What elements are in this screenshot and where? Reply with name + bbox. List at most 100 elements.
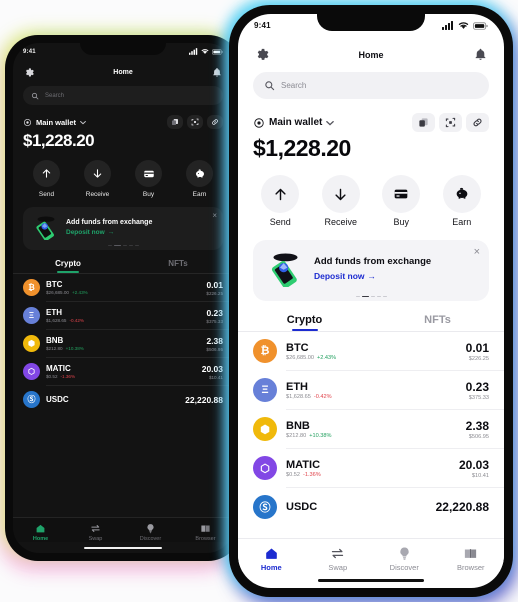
asset-fiat-value: $506.95 [206,346,223,352]
nav-item-browser[interactable]: Browser [438,546,505,572]
promo-banner[interactable]: × Add funds from exchange Deposit now → [253,240,489,301]
table-row[interactable]: Ⓢ USDC 22,220.88 [13,386,233,413]
nav-item-swap[interactable]: Swap [305,546,372,572]
buy-button[interactable]: Buy [371,175,432,227]
home-indicator [13,542,233,554]
asset-change: -0.42% [69,318,84,323]
asset-list[interactable]: ₿ BTC $26,685.00 +2.43% 0.01 $226.25 Ξ E… [13,274,233,517]
wallet-name: Main wallet [36,117,77,127]
asset-subline: $212.80 +10.38% [46,346,200,351]
asset-fiat-value: $375.33 [468,394,489,401]
status-time: 9:41 [23,48,36,55]
wallet-selector[interactable]: Main wallet [253,117,335,129]
wallet-balance: $1,228.20 [253,135,351,161]
search-input[interactable]: Search [23,86,223,105]
send-button[interactable]: Send [250,175,311,227]
asset-fiat-value: $375.33 [206,318,223,324]
connect-button[interactable] [466,113,489,132]
connect-button[interactable] [207,115,223,129]
lightbulb-icon [147,523,154,533]
notch [80,38,166,55]
promo-section: × Add funds from exchange Deposit now → [238,227,504,301]
gear-icon[interactable] [24,67,35,78]
card-icon [143,170,154,177]
bell-icon[interactable] [212,67,222,78]
buy-icon-circle [135,160,162,187]
search-section: Search [238,68,504,107]
promo-banner[interactable]: × Add funds from exchange Deposit now → [23,207,223,250]
send-button[interactable]: Send [21,160,72,198]
coin-icon-usdc: Ⓢ [23,391,40,408]
arrow-down-icon [93,169,102,178]
tab-nfts[interactable]: NFTs [123,259,233,273]
app-header: Home [13,60,233,83]
nav-label-discover: Discover [389,562,419,572]
table-row[interactable]: ₿ BTC $26,685.00 +2.43% 0.01 $226.25 [13,274,233,301]
asset-subline: $0.52 -1.36% [46,374,196,379]
wifi-icon [458,22,469,29]
asset-subline: $26,685.00 +2.43% [286,355,457,361]
asset-fiat-value: $506.95 [468,433,489,440]
buy-button[interactable]: Buy [123,160,174,198]
deposit-now-link[interactable]: Deposit now → [314,271,431,281]
nav-item-swap[interactable]: Swap [68,523,123,542]
copy-address-button[interactable] [167,115,183,129]
scan-qr-button[interactable] [187,115,203,129]
coin-icon-eth: Ξ [23,307,40,324]
tab-crypto[interactable]: Crypto [238,314,371,331]
receive-button[interactable]: Receive [311,175,372,227]
table-row[interactable]: ⬢ BNB $212.80 +10.38% 2.38 $506.95 [238,410,504,448]
asset-symbol: USDC [46,395,69,404]
wallet-selector[interactable]: Main wallet [23,118,86,127]
asset-fiat-value: $226.25 [206,290,223,296]
screen-dark: 9:41 Home Search Main wallet $1,228.20 S… [13,43,233,553]
asset-info: ETH $1,628.65 -0.42% [286,381,457,400]
battery-icon [212,48,223,55]
table-row[interactable]: Ξ ETH $1,628.65 -0.42% 0.23 $375.33 [13,302,233,329]
search-icon [265,81,275,91]
receive-icon-circle [321,175,360,213]
asset-symbol: BNB [46,336,64,345]
table-row[interactable]: ₿ BTC $26,685.00 +2.43% 0.01 $226.25 [238,332,504,370]
table-row[interactable]: Ⓢ USDC 22,220.88 [238,488,504,526]
phone-dark-theme: 9:41 Home Search Main wallet $1,228.20 S… [8,38,238,558]
earn-button[interactable]: Earn [174,160,225,198]
search-input[interactable]: Search [253,72,489,99]
table-row[interactable]: Ξ ETH $1,628.65 -0.42% 0.23 $375.33 [238,371,504,409]
coin-icon-usdc: Ⓢ [253,495,277,519]
status-icons [189,48,223,55]
promo-text: Add funds from exchange Deposit now → [314,256,431,281]
tab-nfts[interactable]: NFTs [371,314,504,331]
swap-icon [332,548,344,558]
close-icon[interactable]: × [474,247,480,258]
receive-button[interactable]: Receive [72,160,123,198]
copy-address-button[interactable] [412,113,435,132]
nav-item-browser[interactable]: Browser [178,523,233,542]
asset-fiat-value: $226.25 [468,355,489,362]
table-row[interactable]: ⬡ MATIC $0.52 -1.36% 20.03 $10.41 [238,449,504,487]
close-icon[interactable]: × [212,212,217,220]
bell-icon[interactable] [474,47,487,62]
table-row[interactable]: ⬢ BNB $212.80 +10.38% 2.38 $506.95 [13,330,233,357]
earn-button[interactable]: Earn [432,175,493,227]
asset-symbol: ETH [286,380,308,393]
nav-item-home[interactable]: Home [13,523,68,542]
table-row[interactable]: ⬡ MATIC $0.52 -1.36% 20.03 $10.41 [13,358,233,385]
nav-item-home[interactable]: Home [238,546,305,572]
eye-icon [23,118,32,126]
asset-holdings: 22,220.88 [185,395,223,405]
asset-subline: $0.52 -1.36% [286,472,450,478]
nav-item-discover[interactable]: Discover [123,523,178,542]
coin-icon-bnb: ⬢ [253,417,277,441]
asset-list[interactable]: ₿ BTC $26,685.00 +2.43% 0.01 $226.25 Ξ E… [238,332,504,538]
asset-amount: 0.23 [465,379,489,394]
deposit-now-link[interactable]: Deposit now → [66,229,152,236]
promo-section: × Add funds from exchange Deposit now → [13,198,233,250]
tab-crypto[interactable]: Crypto [13,259,123,273]
wallet-balance: $1,228.20 [23,131,95,150]
asset-amount: 22,220.88 [185,394,223,405]
gear-icon[interactable] [255,47,270,62]
nav-item-discover[interactable]: Discover [371,546,438,572]
arrow-right-icon: → [367,271,377,281]
scan-qr-button[interactable] [439,113,462,132]
